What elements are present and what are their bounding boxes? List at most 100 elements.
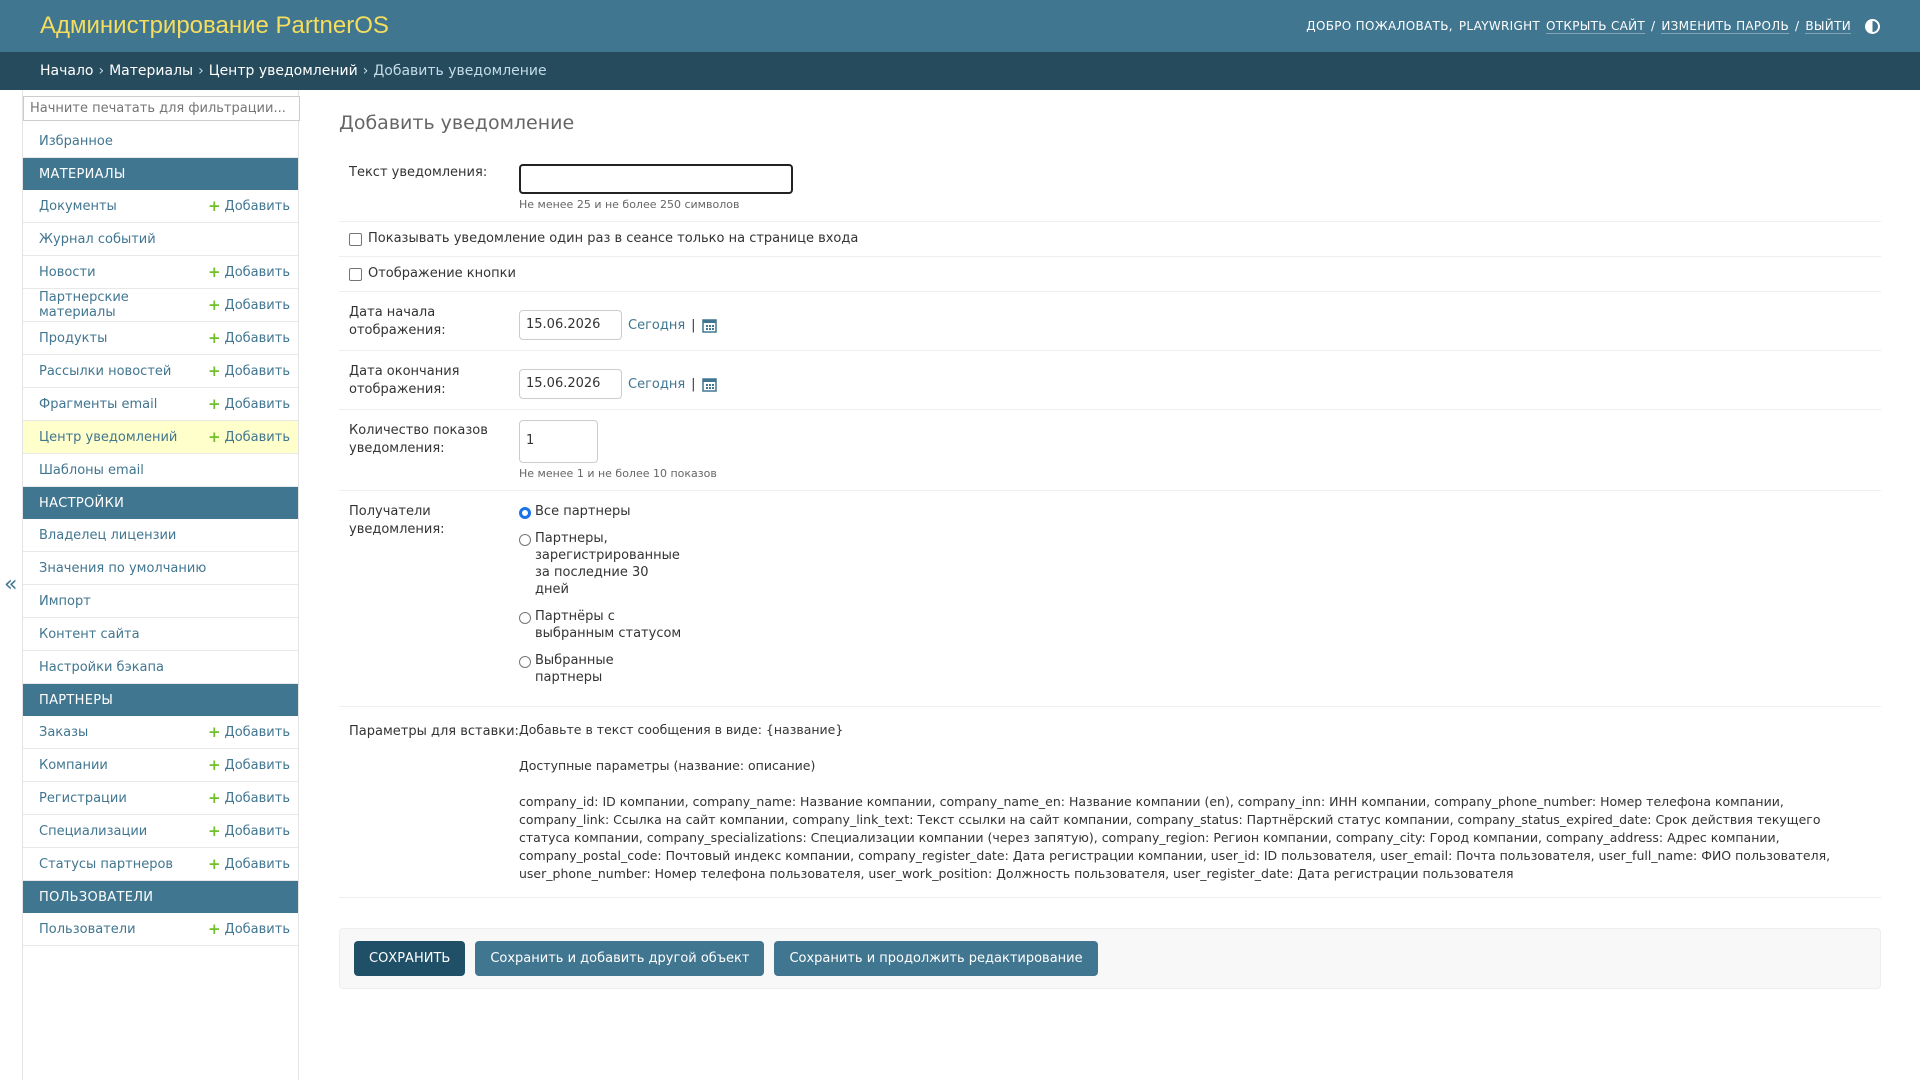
sidebar-item[interactable]: Заказы + Добавить bbox=[23, 716, 298, 749]
radio-label[interactable]: Партнеры, зарегистрированные за последни… bbox=[535, 530, 685, 598]
recipient-option[interactable]: Все партнеры bbox=[519, 503, 1871, 520]
recipient-option[interactable]: Выбранные партнеры bbox=[519, 652, 1871, 686]
sidebar-item-label[interactable]: Владелец лицензии bbox=[39, 528, 176, 543]
sidebar-item-label[interactable]: Заказы bbox=[39, 725, 88, 740]
sidebar-item-label[interactable]: Настройки бэкапа bbox=[39, 660, 164, 675]
radio-button[interactable] bbox=[519, 534, 531, 546]
sidebar-item[interactable]: Владелец лицензии bbox=[23, 519, 298, 552]
sidebar-item[interactable]: Импорт bbox=[23, 585, 298, 618]
sidebar-item-label[interactable]: Новости bbox=[39, 265, 96, 280]
add-link[interactable]: + Добавить bbox=[208, 198, 290, 214]
add-label[interactable]: Добавить bbox=[225, 364, 290, 379]
add-label[interactable]: Добавить bbox=[225, 331, 290, 346]
sidebar-item-label[interactable]: Специализации bbox=[39, 824, 147, 839]
radio-button[interactable] bbox=[519, 612, 531, 624]
sidebar-item-label[interactable]: Пользователи bbox=[39, 922, 136, 937]
breadcrumb-model[interactable]: Центр уведомлений bbox=[209, 63, 358, 79]
module-caption[interactable]: Материалы bbox=[23, 158, 298, 190]
sidebar-item[interactable]: Специализации + Добавить bbox=[23, 815, 298, 848]
sidebar-item-label[interactable]: Статусы партнеров bbox=[39, 857, 173, 872]
save-add-another-button[interactable]: Сохранить и добавить другой объект bbox=[475, 941, 765, 976]
add-label[interactable]: Добавить bbox=[225, 725, 290, 740]
sidebar-item[interactable]: Значения по умолчанию bbox=[23, 552, 298, 585]
add-link[interactable]: + Добавить bbox=[208, 823, 290, 839]
checkbox-label[interactable]: Отображение кнопки bbox=[368, 266, 516, 281]
sidebar-item[interactable]: Регистрации + Добавить bbox=[23, 782, 298, 815]
start-date-input[interactable]: 15.06.2026 bbox=[519, 310, 622, 340]
radio-button[interactable] bbox=[519, 507, 531, 519]
sidebar-item[interactable]: Центр уведомлений + Добавить bbox=[23, 421, 298, 454]
recipient-option[interactable]: Партнёры с выбранным статусом bbox=[519, 608, 1871, 642]
add-label[interactable]: Добавить bbox=[225, 791, 290, 806]
sidebar-item-label[interactable]: Регистрации bbox=[39, 791, 127, 806]
add-label[interactable]: Добавить bbox=[225, 430, 290, 445]
sidebar-item[interactable]: Журнал событий bbox=[23, 223, 298, 256]
module-caption[interactable]: Настройки bbox=[23, 487, 298, 519]
sidebar-item[interactable]: Настройки бэкапа bbox=[23, 651, 298, 684]
calendar-icon[interactable] bbox=[701, 377, 717, 392]
sidebar-item-label[interactable]: Журнал событий bbox=[39, 232, 156, 247]
theme-toggle-icon[interactable] bbox=[1865, 18, 1880, 34]
show-once-checkbox[interactable] bbox=[349, 233, 362, 246]
sidebar-item[interactable]: Компании + Добавить bbox=[23, 749, 298, 782]
start-date-today-link[interactable]: Сегодня bbox=[628, 318, 685, 333]
sidebar-item[interactable]: Рассылки новостей + Добавить bbox=[23, 355, 298, 388]
add-label[interactable]: Добавить bbox=[225, 199, 290, 214]
sidebar-item[interactable]: Партнерские материалы + Добавить bbox=[23, 289, 298, 322]
sidebar-item-label[interactable]: Шаблоны email bbox=[39, 463, 144, 478]
sidebar-item[interactable]: Новости + Добавить bbox=[23, 256, 298, 289]
site-branding[interactable]: Администрирование PartnerOS bbox=[40, 12, 389, 40]
recipient-option[interactable]: Партнеры, зарегистрированные за последни… bbox=[519, 530, 1871, 598]
add-link[interactable]: + Добавить bbox=[208, 724, 290, 740]
add-label[interactable]: Добавить bbox=[225, 298, 290, 313]
save-button[interactable]: Сохранить bbox=[354, 941, 466, 976]
end-date-input[interactable]: 15.06.2026 bbox=[519, 369, 622, 399]
add-label[interactable]: Добавить bbox=[225, 397, 290, 412]
radio-button[interactable] bbox=[519, 656, 531, 668]
sidebar-item[interactable]: Контент сайта bbox=[23, 618, 298, 651]
sidebar-item-label[interactable]: Фрагменты email bbox=[39, 397, 157, 412]
sidebar-item-label[interactable]: Импорт bbox=[39, 594, 91, 609]
add-link[interactable]: + Добавить bbox=[208, 429, 290, 445]
add-label[interactable]: Добавить bbox=[225, 758, 290, 773]
notification-text-input[interactable] bbox=[519, 164, 793, 194]
sidebar-item-label[interactable]: Компании bbox=[39, 758, 108, 773]
radio-label[interactable]: Партнёры с выбранным статусом bbox=[535, 608, 685, 642]
radio-label[interactable]: Выбранные партнеры bbox=[535, 652, 685, 686]
add-link[interactable]: + Добавить bbox=[208, 757, 290, 773]
breadcrumb-home[interactable]: Начало bbox=[40, 63, 93, 79]
add-link[interactable]: + Добавить bbox=[208, 297, 290, 313]
sidebar-item[interactable]: Пользователи + Добавить bbox=[23, 913, 298, 946]
sidebar-item-label[interactable]: Документы bbox=[39, 199, 117, 214]
module-caption[interactable]: Пользователи bbox=[23, 881, 298, 913]
breadcrumb-app[interactable]: Материалы bbox=[109, 63, 193, 79]
add-link[interactable]: + Добавить bbox=[208, 330, 290, 346]
add-link[interactable]: + Добавить bbox=[208, 396, 290, 412]
add-label[interactable]: Добавить bbox=[225, 857, 290, 872]
add-label[interactable]: Добавить bbox=[225, 922, 290, 937]
add-link[interactable]: + Добавить bbox=[208, 363, 290, 379]
end-date-today-link[interactable]: Сегодня bbox=[628, 377, 685, 392]
sidebar-item-label[interactable]: Партнерские материалы bbox=[39, 290, 208, 320]
sidebar-item-label[interactable]: Продукты bbox=[39, 331, 107, 346]
collapse-sidebar-button[interactable]: « bbox=[4, 572, 17, 597]
add-label[interactable]: Добавить bbox=[225, 824, 290, 839]
sidebar-item[interactable]: Продукты + Добавить bbox=[23, 322, 298, 355]
add-label[interactable]: Добавить bbox=[225, 265, 290, 280]
show-count-input[interactable]: 1 bbox=[519, 420, 598, 463]
add-link[interactable]: + Добавить bbox=[208, 856, 290, 872]
sidebar-item-label[interactable]: Значения по умолчанию bbox=[39, 561, 206, 576]
sidebar-item-label[interactable]: Центр уведомлений bbox=[39, 430, 177, 445]
sidebar-item[interactable]: Документы + Добавить bbox=[23, 190, 298, 223]
checkbox-label[interactable]: Показывать уведомление один раз в сеансе… bbox=[368, 231, 858, 246]
show-button-checkbox[interactable] bbox=[349, 268, 362, 281]
sidebar-item-label[interactable]: Рассылки новостей bbox=[39, 364, 171, 379]
sidebar-item-label[interactable]: Контент сайта bbox=[39, 627, 140, 642]
sidebar-item-favorites[interactable]: Избранное bbox=[23, 125, 298, 158]
add-link[interactable]: + Добавить bbox=[208, 264, 290, 280]
view-site-link[interactable]: Открыть сайт bbox=[1546, 19, 1646, 34]
add-link[interactable]: + Добавить bbox=[208, 921, 290, 937]
sidebar-item[interactable]: Шаблоны email bbox=[23, 454, 298, 487]
nav-filter-input[interactable] bbox=[23, 96, 300, 121]
sidebar-item[interactable]: Фрагменты email + Добавить bbox=[23, 388, 298, 421]
